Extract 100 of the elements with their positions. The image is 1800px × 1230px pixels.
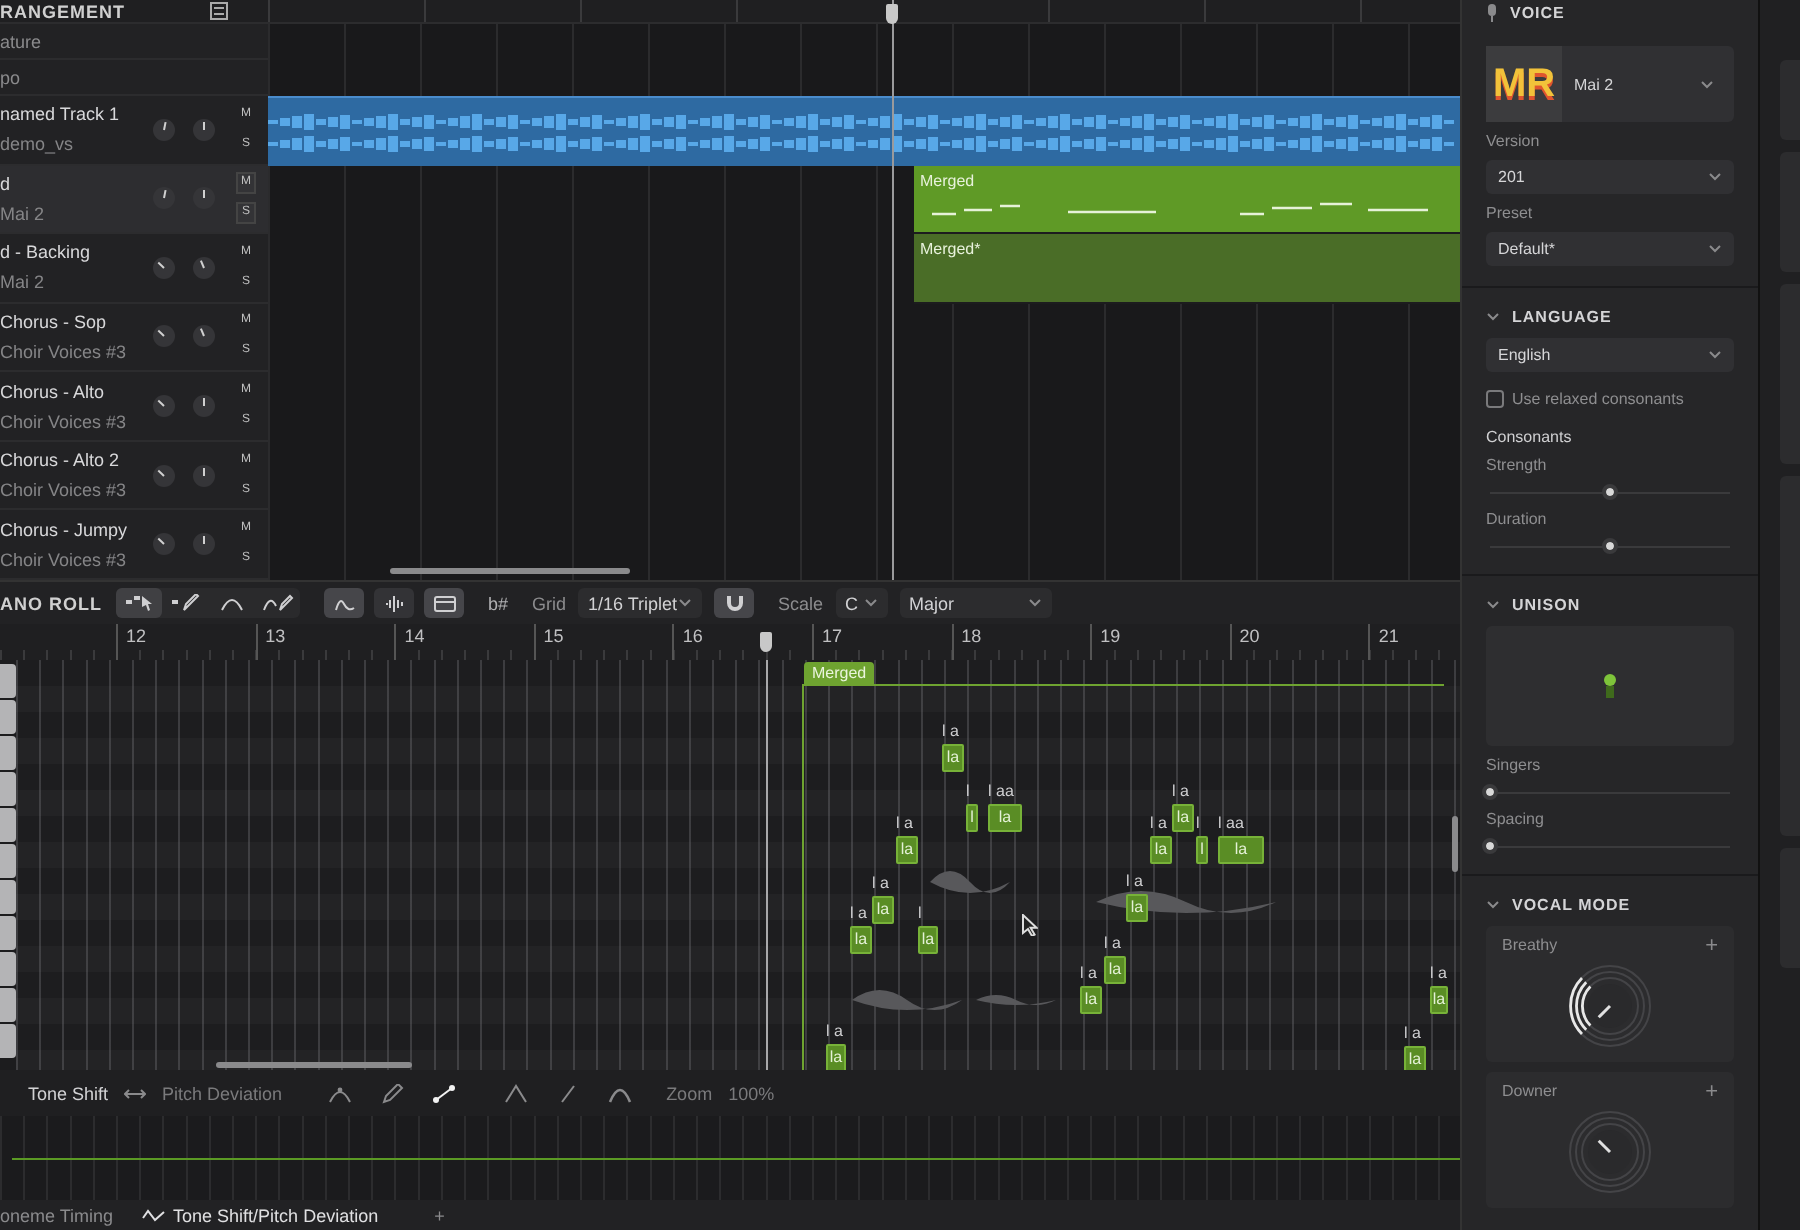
tool-button[interactable] <box>116 588 162 618</box>
slider-thumb[interactable] <box>1602 484 1618 500</box>
bar-number: 14 <box>394 624 534 660</box>
key-dropdown[interactable]: C <box>835 588 888 618</box>
knob-icon[interactable] <box>152 463 176 488</box>
chevron-down-icon[interactable] <box>1486 897 1500 911</box>
panel-title: RANGEMENT <box>0 1 125 21</box>
voice-selector[interactable]: MR Mai 2 <box>1486 46 1734 122</box>
section-title: VOCAL MODE <box>1512 895 1631 913</box>
field-label: Preset <box>1486 204 1535 222</box>
audio-clip[interactable] <box>268 96 1460 166</box>
slider-thumb[interactable] <box>1482 838 1498 854</box>
chevron-down-icon[interactable] <box>1486 597 1500 611</box>
clip-icon <box>433 595 455 611</box>
checkbox[interactable] <box>1486 390 1504 408</box>
chevron-down-icon <box>863 598 878 608</box>
chevron-down-icon <box>1708 172 1722 182</box>
slider-label: Spacing <box>1486 810 1546 828</box>
line-segment-icon <box>432 1083 457 1103</box>
note[interactable]: l <box>966 804 978 832</box>
clip-label: Merged <box>920 171 977 190</box>
knob-icon[interactable] <box>152 394 176 419</box>
editor-tab[interactable]: oneme Timing <box>0 1200 114 1230</box>
track-name: Chorus - Alto 2 <box>0 450 122 471</box>
add-button[interactable]: + <box>1705 1082 1718 1102</box>
checkbox-label: Use relaxed consonants <box>1512 390 1684 408</box>
bar-number: 12 <box>116 624 256 660</box>
tracks-icon[interactable] <box>210 2 228 20</box>
add-tab-button[interactable]: + <box>434 1200 445 1230</box>
phoneme-label: l a <box>1126 872 1143 890</box>
compare-parameter: Pitch Deviation <box>162 1083 283 1103</box>
curve-tool-button[interactable] <box>430 1079 459 1107</box>
add-button[interactable]: + <box>1705 936 1718 956</box>
note[interactable]: l <box>1196 836 1208 864</box>
editor-tab[interactable]: Tone Shift/Pitch Deviation <box>141 1200 379 1230</box>
panel-title: ANO ROLL <box>0 593 104 613</box>
knob-icon[interactable] <box>192 255 216 280</box>
phoneme-label: l a <box>1104 934 1121 952</box>
version-dropdown[interactable]: 201 <box>1486 160 1734 194</box>
snap-button[interactable] <box>714 588 755 618</box>
section-title: VOICE <box>1510 3 1565 21</box>
grid-label: Grid <box>532 593 567 613</box>
accidentals-button[interactable]: b# <box>476 588 521 618</box>
mode-knob-icon[interactable] <box>1564 960 1656 1052</box>
knob-icon[interactable] <box>152 186 176 211</box>
knob-icon[interactable] <box>192 324 216 349</box>
phoneme-label: l <box>966 782 970 800</box>
language-dropdown[interactable]: English <box>1486 338 1734 372</box>
phoneme-label: l <box>1196 814 1200 832</box>
phoneme-label: l a <box>942 722 959 740</box>
phoneme-label: l a <box>1404 1024 1421 1042</box>
knob-icon[interactable] <box>152 117 176 142</box>
knob-icon[interactable] <box>192 117 216 142</box>
mode-dropdown[interactable]: Major <box>899 588 1052 618</box>
knob-icon[interactable] <box>192 394 216 419</box>
group-title: Consonants <box>1486 428 1574 446</box>
knob-icon[interactable] <box>152 324 176 349</box>
track-voice: demo_vs <box>0 134 76 155</box>
chevron-down-icon <box>1708 350 1722 360</box>
zoom-value: 100% <box>728 1083 775 1103</box>
phoneme-label: l a <box>872 874 889 892</box>
playhead-handle[interactable] <box>760 632 772 652</box>
scrollbar-thumb[interactable] <box>216 1062 412 1068</box>
track-name: Chorus - Jumpy <box>0 519 130 540</box>
scrollbar-thumb[interactable] <box>1452 816 1458 872</box>
phoneme-label: l a <box>1172 782 1189 800</box>
slider-thumb[interactable] <box>1602 538 1618 554</box>
view-toggle-button[interactable] <box>374 588 414 618</box>
bar-number: 15 <box>533 624 673 660</box>
scale-label: Scale <box>778 593 824 613</box>
knob-icon[interactable] <box>192 186 216 211</box>
view-toggle-button[interactable] <box>324 588 364 618</box>
knob-icon[interactable] <box>152 255 176 280</box>
swap-arrows-icon[interactable] <box>124 1087 147 1099</box>
microphone-icon <box>1486 3 1498 21</box>
slider-thumb[interactable] <box>1482 784 1498 800</box>
playhead-handle[interactable] <box>886 4 898 24</box>
chevron-down-icon <box>1708 244 1722 254</box>
track-name: named Track 1 <box>0 104 122 125</box>
preset-dropdown[interactable]: Default* <box>1486 232 1734 266</box>
track-voice: Choir Voices #3 <box>0 480 129 501</box>
notes-clip[interactable]: Merged* <box>914 234 1460 304</box>
slider-label: Singers <box>1486 756 1543 774</box>
knob-icon[interactable] <box>152 532 176 557</box>
phoneme-label: l a <box>850 904 867 922</box>
chevron-down-icon <box>1700 79 1714 89</box>
slider-label: Duration <box>1486 510 1549 528</box>
chevron-down-icon[interactable] <box>1486 309 1500 323</box>
knob-icon[interactable] <box>192 463 216 488</box>
arc-icon <box>608 1083 633 1103</box>
wave-icon <box>141 1208 166 1222</box>
cursor-icon <box>1022 914 1038 936</box>
lane-label: ature <box>0 31 42 51</box>
track-voice: Mai 2 <box>0 272 47 293</box>
mode-name: Downer <box>1502 1082 1558 1102</box>
knob-icon[interactable] <box>192 532 216 557</box>
grid-dropdown[interactable]: 1/16 Triplet <box>578 588 703 618</box>
section-title: UNISON <box>1512 595 1581 613</box>
scrollbar-thumb[interactable] <box>390 568 630 574</box>
view-toggle-button[interactable] <box>424 588 464 618</box>
